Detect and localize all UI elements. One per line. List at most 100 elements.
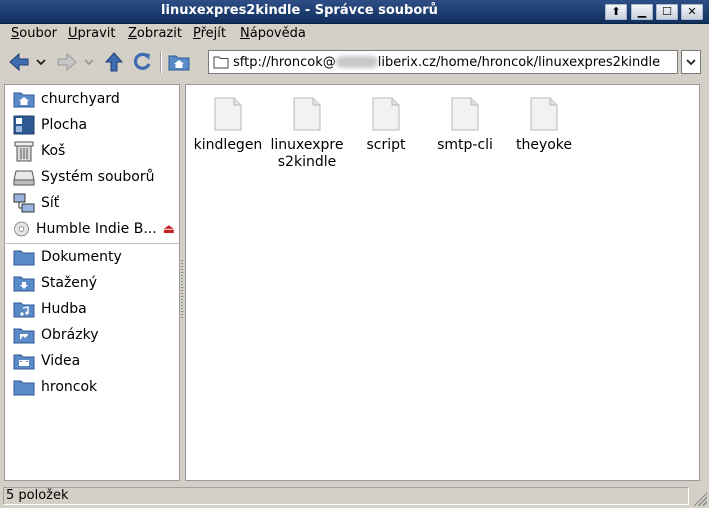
menu-go-accel: P [193, 26, 201, 41]
sidebar-item-trash[interactable]: Koš [13, 139, 179, 163]
menu-file-rest: oubor [19, 26, 58, 41]
menu-view-rest: obrazit [136, 26, 182, 41]
back-history-chevron-icon [36, 59, 46, 66]
back-button[interactable] [6, 50, 32, 74]
file-item[interactable]: smtp-cli [425, 97, 505, 154]
sidebar-item-downloads[interactable]: Stažený [13, 271, 179, 295]
file-item[interactable]: kindlegen [188, 97, 268, 154]
sidebar-item-label: Hudba [41, 301, 87, 317]
sidebar-item-churchyard[interactable]: churchyard [13, 87, 179, 111]
address-prefix: sftp://hroncok@ [233, 54, 336, 70]
drive-icon [13, 170, 35, 186]
forward-history-button[interactable] [80, 50, 98, 74]
address-dropdown-button[interactable] [681, 50, 701, 74]
menu-go-rest: řejít [200, 26, 227, 41]
redacted-host [335, 56, 378, 68]
address-suffix: liberix.cz/home/hroncok/linuxexpres2kind… [377, 54, 661, 70]
file-name: kindlegen [193, 137, 263, 153]
forward-arrow-icon [57, 52, 77, 72]
generic-file-icon [372, 97, 400, 131]
back-arrow-icon [9, 52, 29, 72]
chevron-down-icon [686, 59, 696, 66]
eject-icon[interactable]: ⏏ [163, 222, 175, 237]
sidebar-item-network[interactable]: Síť [13, 191, 179, 215]
sidebar-item-label: Koš [41, 143, 66, 159]
sidebar-separator [6, 243, 179, 244]
toolbar: sftp://hroncok@ liberix.cz/home/hroncok/l… [0, 45, 709, 79]
generic-file-icon [214, 97, 242, 131]
sidebar-item-label: Videa [41, 353, 81, 369]
menu-edit-rest: pravit [77, 26, 116, 41]
forward-button[interactable] [54, 50, 80, 74]
video-folder-icon [13, 354, 35, 370]
sidebar-item-videos[interactable]: Videa [13, 349, 179, 373]
window-resize-grip[interactable] [693, 492, 707, 506]
home-folder-icon [13, 92, 35, 108]
sidebar-item-documents[interactable]: Dokumenty [13, 245, 179, 269]
generic-file-icon [530, 97, 558, 131]
folder-icon [13, 380, 35, 396]
sidebar-item-label: Systém souborů [41, 169, 155, 185]
address-text: sftp://hroncok@ liberix.cz/home/hroncok/l… [233, 55, 660, 70]
sidebar-item-label: Obrázky [41, 327, 99, 343]
file-name-line-2: s2kindle [277, 154, 337, 170]
file-name: script [366, 137, 406, 153]
pane-resize-handle[interactable] [181, 260, 183, 320]
sidebar-item-pictures[interactable]: Obrázky [13, 323, 179, 347]
file-name: theyoke [515, 137, 573, 153]
close-button[interactable]: ✕ [681, 4, 703, 20]
file-name: linuxexpre s2kindle [267, 137, 347, 171]
sidebar-item-label: hroncok [41, 379, 98, 395]
menu-help-rest: ápověda [249, 26, 306, 41]
status-bar: 5 položek [0, 485, 709, 508]
sidebar-item-label: churchyard [41, 91, 120, 107]
sticky-button[interactable]: ⬆ [605, 4, 627, 20]
file-view[interactable]: kindlegen linuxexpre s2kindle script smtp… [185, 84, 700, 481]
network-icon [13, 193, 35, 213]
up-button[interactable] [102, 50, 126, 74]
sidebar-item-filesystem[interactable]: Systém souborů [13, 165, 179, 189]
folder-icon [213, 56, 229, 69]
generic-file-icon [293, 97, 321, 131]
sidebar-item-humble-indie[interactable]: Humble Indie B... ⏏ [13, 217, 179, 241]
menu-go[interactable]: Přejít [193, 26, 226, 41]
trash-icon [14, 141, 34, 162]
sidebar-item-label: Dokumenty [41, 249, 122, 265]
download-folder-icon [13, 276, 35, 292]
file-item[interactable]: script [346, 97, 426, 154]
generic-file-icon [451, 97, 479, 131]
home-folder-icon [168, 55, 190, 71]
menu-view-accel: Z [128, 26, 137, 41]
menu-help[interactable]: Nápověda [240, 26, 306, 41]
back-history-button[interactable] [32, 50, 50, 74]
file-name-line-1: linuxexpre [270, 137, 344, 153]
toolbar-separator [160, 51, 162, 73]
home-button[interactable] [166, 50, 192, 74]
menu-help-accel: N [240, 26, 250, 41]
up-arrow-icon [104, 52, 124, 72]
minimize-button[interactable]: ▁ [631, 4, 653, 20]
file-name: smtp-cli [437, 137, 493, 153]
window-title: linuxexpres2kindle - Správce souborů [161, 3, 438, 18]
forward-history-chevron-icon [84, 59, 94, 66]
menu-bar: Soubor Upravit Zobrazit Přejít Nápověda [0, 24, 709, 45]
sidebar-item-music[interactable]: Hudba [13, 297, 179, 321]
file-item[interactable]: theyoke [504, 97, 584, 154]
file-item[interactable]: linuxexpre s2kindle [267, 97, 347, 171]
title-bar[interactable]: linuxexpres2kindle - Správce souborů ⬆ ▁… [0, 0, 709, 24]
menu-edit[interactable]: Upravit [68, 26, 115, 41]
sidebar-item-desktop[interactable]: Plocha [13, 113, 179, 137]
menu-view[interactable]: Zobrazit [128, 26, 182, 41]
sidebar-item-label: Stažený [41, 275, 98, 291]
address-bar[interactable]: sftp://hroncok@ liberix.cz/home/hroncok/l… [208, 50, 678, 74]
reload-icon [133, 52, 151, 70]
sidebar-item-hroncok[interactable]: hroncok [13, 375, 179, 399]
menu-file[interactable]: Soubor [11, 26, 57, 41]
music-folder-icon [13, 302, 35, 318]
maximize-button[interactable]: ☐ [656, 4, 678, 20]
menu-edit-accel: U [68, 26, 78, 41]
status-text: 5 položek [3, 487, 689, 505]
sidebar-item-label: Plocha [41, 117, 88, 133]
sidebar-item-label: Humble Indie B... [36, 221, 157, 237]
reload-button[interactable] [130, 50, 154, 74]
